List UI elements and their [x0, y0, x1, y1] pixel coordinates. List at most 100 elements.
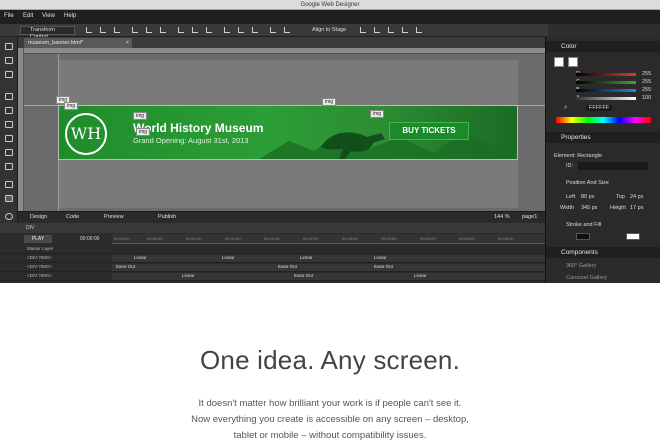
align-to-stage-toggle[interactable]: Align to Stage — [312, 26, 346, 35]
component-item[interactable]: 360° Gallery — [566, 263, 596, 269]
distribute-bottom-icon[interactable] — [206, 27, 212, 33]
img-tag-label[interactable]: img — [133, 112, 148, 120]
banner-title[interactable]: World History Museum — [133, 121, 263, 135]
museum-banner[interactable]: WH World History Museum Grand Opening: A… — [58, 105, 518, 160]
easing-label[interactable]: Linear — [182, 273, 195, 278]
hand-tool-icon[interactable] — [5, 181, 13, 188]
flip-horizontal-icon[interactable] — [360, 27, 366, 33]
page-selector[interactable]: page1 — [522, 214, 537, 220]
fill-color-swatch[interactable] — [554, 57, 564, 67]
img-tag-label[interactable]: img — [322, 98, 337, 106]
shape-tool-icon[interactable] — [5, 135, 13, 142]
align-bottom-icon[interactable] — [160, 27, 166, 33]
transform-control-toggle[interactable]: Transform Control — [20, 26, 75, 40]
zoom-level[interactable]: 144 % — [494, 214, 510, 220]
rotate-icon[interactable] — [388, 27, 394, 33]
align-right-icon[interactable] — [114, 27, 120, 33]
timeline-layer-row[interactable]: <DIV:?IMG> Linear Ease-Out Linear — [0, 272, 545, 281]
selection-tool-icon[interactable] — [5, 43, 13, 50]
stroke-color-swatch[interactable] — [568, 57, 578, 67]
easing-label[interactable]: Linear — [414, 273, 427, 278]
menu-help[interactable]: Help — [64, 13, 76, 19]
transform-icon[interactable] — [416, 27, 422, 33]
timeline-layer-row[interactable]: <DIV:?IMG> Linear Linear Linear Linear — [0, 254, 545, 263]
img-tag-label[interactable]: img — [370, 110, 385, 118]
distribute-left-icon[interactable] — [224, 27, 230, 33]
layer-track[interactable]: Ease-Out Ease-Out Ease-Out — [112, 264, 545, 271]
distribute-middle-icon[interactable] — [192, 27, 198, 33]
color-panel-header[interactable]: Color — [546, 41, 660, 52]
preview-button[interactable]: Preview — [104, 214, 124, 220]
img-tag-label[interactable]: img — [64, 102, 79, 110]
vertical-ruler[interactable] — [18, 48, 24, 211]
distribute-right-icon[interactable] — [252, 27, 258, 33]
align-left-icon[interactable] — [86, 27, 92, 33]
easing-label[interactable]: Ease-Out — [374, 264, 393, 269]
menu-edit[interactable]: Edit — [23, 13, 33, 19]
components-panel-header[interactable]: Components — [546, 247, 660, 258]
distribute-center-icon[interactable] — [238, 27, 244, 33]
properties-panel-header[interactable]: Properties — [546, 132, 660, 143]
id-input[interactable] — [578, 162, 648, 170]
design-view-button[interactable]: Design — [30, 214, 47, 220]
menu-file[interactable]: File — [4, 13, 14, 19]
green-slider[interactable] — [576, 81, 636, 84]
rotate-ccw-icon[interactable] — [402, 27, 408, 33]
fill-swatch[interactable] — [626, 233, 640, 240]
publish-button[interactable]: Publish — [158, 214, 176, 220]
top-value[interactable]: 24 px — [630, 194, 643, 200]
fill-tool-icon[interactable] — [5, 149, 13, 156]
3d-rotation-tool-icon[interactable] — [5, 57, 13, 64]
distribute-top-icon[interactable] — [178, 27, 184, 33]
code-view-button[interactable]: Code — [66, 214, 79, 220]
easing-label[interactable]: Linear — [134, 255, 147, 260]
width-value[interactable]: 345 px — [581, 205, 598, 211]
height-value[interactable]: 17 px — [630, 205, 643, 211]
easing-label[interactable]: Linear — [374, 255, 387, 260]
close-tab-icon[interactable]: × — [126, 38, 129, 48]
play-button[interactable]: PLAY — [24, 235, 52, 243]
blue-slider[interactable] — [576, 89, 636, 92]
layer-track[interactable]: Linear Ease-Out Linear — [112, 273, 545, 280]
channel-g-value[interactable]: 255 — [642, 79, 651, 85]
easing-label[interactable]: Ease-Out — [116, 264, 135, 269]
alpha-slider[interactable] — [576, 97, 636, 100]
3d-translation-tool-icon[interactable] — [5, 71, 13, 78]
channel-a-value[interactable]: 100 — [642, 95, 651, 101]
stroke-swatch[interactable] — [576, 233, 590, 240]
easing-label[interactable]: Ease-Out — [294, 273, 313, 278]
match-height-icon[interactable] — [284, 27, 290, 33]
buy-tickets-button[interactable]: BUY TICKETS — [389, 122, 469, 140]
document-tab[interactable]: museum_banner.html* × — [24, 38, 132, 48]
channel-r-value[interactable]: 255 — [642, 71, 651, 77]
horizontal-ruler[interactable] — [18, 48, 545, 54]
timeline-layer-row[interactable]: Master Layer — [0, 245, 545, 254]
component-item[interactable]: Carousel Gallery — [566, 275, 607, 281]
pen-tool-icon[interactable] — [5, 107, 13, 114]
stage[interactable]: WH World History Museum Grand Opening: A… — [18, 48, 545, 211]
stroke-tool-icon[interactable] — [5, 163, 13, 170]
flip-vertical-icon[interactable] — [374, 27, 380, 33]
channel-b-value[interactable]: 255 — [642, 87, 651, 93]
position-size-header[interactable]: Position And Size — [566, 180, 609, 186]
tag-tool-icon[interactable] — [5, 93, 13, 100]
menu-view[interactable]: View — [42, 13, 55, 19]
align-middle-icon[interactable] — [146, 27, 152, 33]
timeline-layer-row[interactable]: <DIV:?IMG> Ease-Out Ease-Out Ease-Out — [0, 263, 545, 272]
hex-input[interactable]: FFFFFF — [586, 105, 613, 111]
zoom-tool-icon[interactable] — [5, 213, 13, 220]
text-tool-icon[interactable] — [5, 121, 13, 128]
left-value[interactable]: 80 px — [581, 194, 594, 200]
easing-label[interactable]: Ease-Out — [278, 264, 297, 269]
color-spectrum[interactable] — [556, 117, 651, 123]
timeline-ruler[interactable]: 00:00:00 00:00:50 00:01:00 00:01:50 00:0… — [112, 234, 545, 244]
easing-label[interactable]: Linear — [222, 255, 235, 260]
color-swatch-icon[interactable] — [5, 195, 13, 202]
layer-track[interactable]: Linear Linear Linear Linear — [112, 255, 545, 262]
align-top-icon[interactable] — [132, 27, 138, 33]
banner-subtitle[interactable]: Grand Opening: August 31st, 2013 — [133, 136, 249, 145]
easing-label[interactable]: Linear — [300, 255, 313, 260]
stroke-fill-header[interactable]: Stroke and Fill — [566, 222, 601, 228]
match-width-icon[interactable] — [270, 27, 276, 33]
red-slider[interactable] — [576, 73, 636, 76]
